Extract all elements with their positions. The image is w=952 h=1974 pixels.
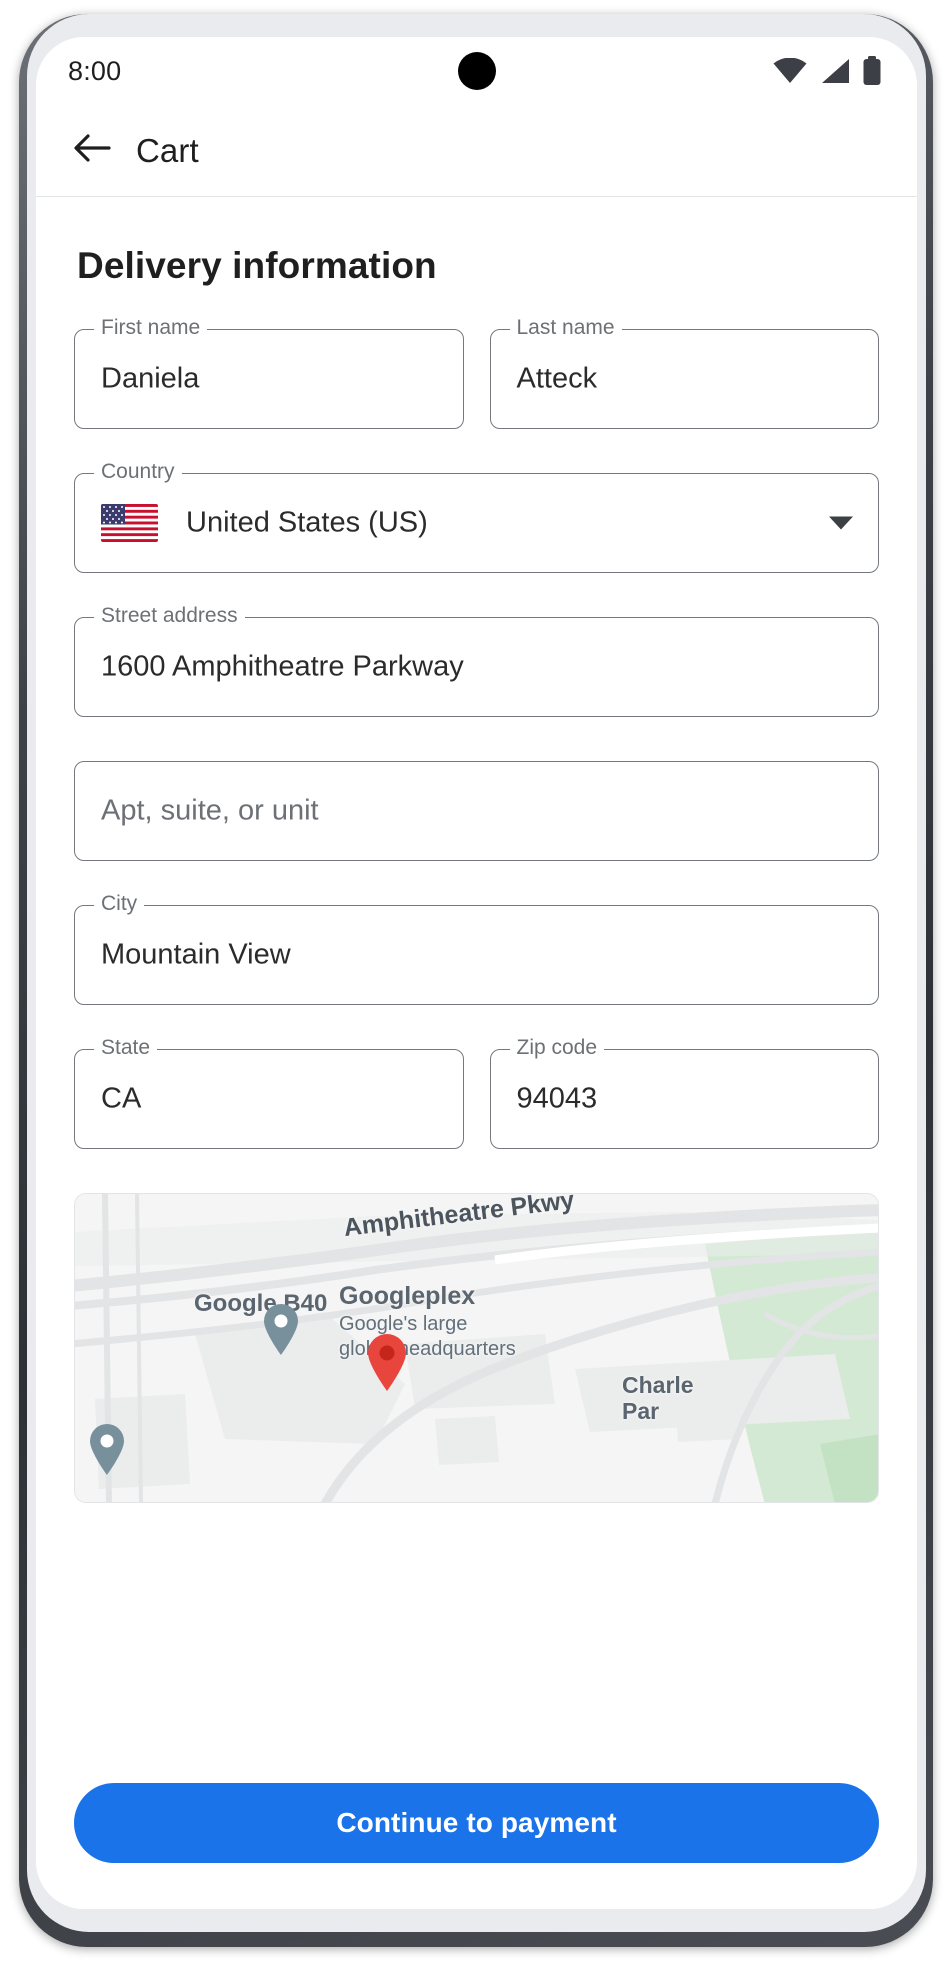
zip-code-field[interactable]: Zip code 94043: [489, 1037, 879, 1149]
map-preview[interactable]: Amphitheatre Pkwy Google B40 Googleplex …: [74, 1193, 879, 1503]
section-title: Delivery information: [77, 245, 437, 286]
cell-signal-icon: [820, 58, 850, 84]
chevron-down-icon[interactable]: [829, 516, 853, 530]
status-bar: 8:00: [36, 37, 917, 105]
app-bar: Cart: [36, 105, 917, 197]
street-address-label: Street address: [94, 605, 245, 627]
apt-suite-unit-field[interactable]: Apt, suite, or unit: [74, 761, 879, 861]
page-title: Cart: [136, 131, 199, 169]
status-bar-icons: [773, 56, 881, 86]
map-canvas: [75, 1194, 878, 1502]
state-field[interactable]: State CA: [74, 1037, 464, 1149]
us-flag-icon: [101, 504, 158, 542]
apt-suite-unit-placeholder: Apt, suite, or unit: [101, 794, 319, 827]
bottom-action-bar: Continue to payment: [36, 1737, 917, 1909]
camera-punch-hole: [457, 52, 496, 90]
first-name-field[interactable]: First name Daniela: [74, 317, 464, 429]
last-name-label: Last name: [509, 317, 622, 339]
state-zip-row: State CA Zip code 94043: [74, 1037, 879, 1193]
first-name-value: Daniela: [101, 362, 200, 395]
last-name-field[interactable]: Last name Atteck: [489, 317, 879, 429]
state-value: CA: [101, 1082, 142, 1115]
back-button[interactable]: [68, 127, 116, 175]
city-field[interactable]: City Mountain View: [74, 893, 879, 1005]
status-bar-time: 8:00: [68, 55, 122, 86]
device-mockup: 8:00 Cart Delivery information First nam…: [0, 0, 952, 1974]
country-label: Country: [94, 461, 182, 483]
arrow-back-icon: [73, 131, 111, 170]
street-address-field[interactable]: Street address 1600 Amphitheatre Parkway: [74, 605, 879, 717]
zip-code-value: 94043: [516, 1082, 598, 1115]
city-label: City: [94, 893, 145, 915]
continue-to-payment-button[interactable]: Continue to payment: [74, 1783, 879, 1863]
last-name-value: Atteck: [516, 362, 598, 395]
delivery-form: Delivery information First name Daniela …: [36, 197, 917, 1737]
wifi-icon: [773, 58, 807, 84]
first-name-label: First name: [94, 317, 208, 339]
country-value: United States (US): [186, 506, 428, 539]
zip-code-label: Zip code: [509, 1037, 605, 1059]
battery-icon: [863, 56, 881, 86]
street-address-value: 1600 Amphitheatre Parkway: [101, 650, 464, 683]
state-label: State: [94, 1037, 158, 1059]
city-value: Mountain View: [101, 938, 291, 971]
name-row: First name Daniela Last name Atteck: [74, 317, 879, 473]
country-field[interactable]: Country United States (US): [74, 461, 879, 573]
phone-screen: 8:00 Cart Delivery information First nam…: [36, 37, 917, 1909]
